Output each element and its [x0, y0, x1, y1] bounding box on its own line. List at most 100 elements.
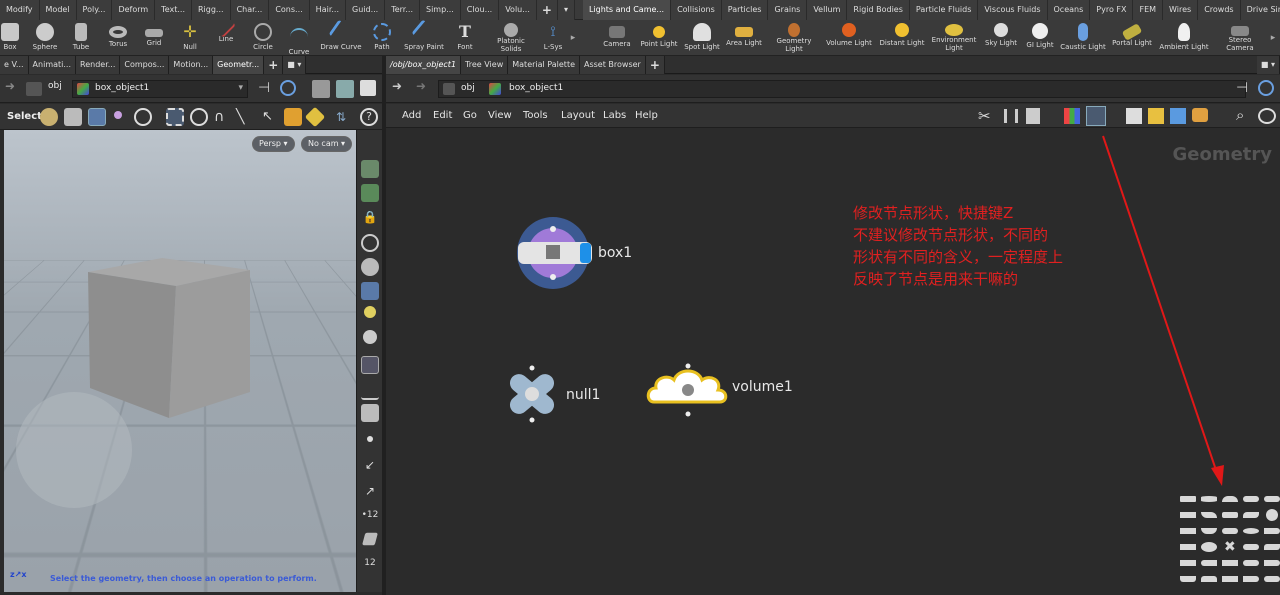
pane-tab[interactable]: e V... [0, 56, 29, 74]
shape-pill[interactable] [1243, 544, 1259, 550]
shape-cup[interactable] [1201, 528, 1217, 534]
shape-tray[interactable] [1180, 576, 1196, 582]
display-flag[interactable] [580, 243, 591, 263]
torus-tool[interactable]: Torus [101, 20, 135, 56]
shape-pill[interactable] [1243, 560, 1259, 566]
shelf-tab[interactable]: FEM [1133, 0, 1164, 20]
shelf-scroll-arrow-icon[interactable]: ▸ [1268, 20, 1278, 56]
shelf-tab[interactable]: Model [39, 0, 77, 20]
shelf-tab[interactable]: Collisions [671, 0, 722, 20]
back-arrow-icon[interactable]: ➜ [392, 79, 402, 93]
null1-node[interactable] [504, 364, 560, 424]
gi-light-tool[interactable]: GI Light [1023, 20, 1057, 56]
camera-tool[interactable]: Camera [600, 20, 634, 56]
brush-select-icon[interactable]: ∩ [214, 108, 232, 126]
input-connector[interactable] [550, 226, 556, 232]
environment-light-tool[interactable]: Environment Light [928, 20, 980, 56]
view-options-icon[interactable] [1258, 108, 1276, 124]
shape-rect[interactable] [1222, 560, 1238, 566]
select-geometry-icon[interactable] [88, 108, 106, 126]
shape-capsule[interactable] [1264, 496, 1280, 502]
shape-arrow[interactable] [1201, 560, 1217, 566]
breadcrumb-obj[interactable]: obj [48, 81, 62, 91]
vertex-numbers-icon[interactable]: 12 [361, 554, 379, 572]
display-grid-icon[interactable] [361, 160, 379, 178]
area-light-tool[interactable]: Area Light [724, 20, 764, 56]
tools-icon[interactable]: ✂ [978, 107, 991, 125]
ghost-icon[interactable] [361, 234, 379, 252]
box-select-icon[interactable] [166, 108, 184, 126]
pane-menu-icon[interactable]: ■ ▾ [1256, 56, 1280, 74]
spot-light-tool[interactable]: Spot Light [683, 20, 721, 56]
point-numbers-icon[interactable]: •12 [361, 506, 379, 524]
select-points-icon[interactable] [114, 111, 122, 119]
menu-view[interactable]: View [488, 110, 512, 121]
point-light-tool[interactable]: Point Light [638, 20, 680, 56]
select-objects-icon[interactable] [64, 108, 82, 126]
shelf-tab[interactable]: Grains [768, 0, 808, 20]
selection-options-icon[interactable]: ⇅ [336, 108, 354, 126]
menu-layout[interactable]: Layout [561, 110, 595, 121]
select-primitives-icon[interactable] [304, 106, 326, 128]
ambient-light-tool[interactable]: Ambient Light [1158, 20, 1210, 56]
volume-light-tool[interactable]: Volume Light [824, 20, 874, 56]
cube-view-icon[interactable] [312, 80, 330, 98]
path-field[interactable]: box_object1 ▾ [72, 80, 248, 98]
output-connector[interactable] [685, 411, 691, 417]
shelf-tab[interactable]: Char... [230, 0, 270, 20]
breadcrumb-box-object[interactable]: box_object1 [509, 83, 563, 93]
shape-rect[interactable] [1222, 512, 1238, 518]
shape-chevron[interactable] [1201, 542, 1217, 552]
shape-arrow[interactable] [1264, 560, 1280, 566]
shape-hood[interactable] [1201, 576, 1217, 582]
shelf-scroll-arrow-icon[interactable]: ▸ [568, 20, 578, 56]
display-points-icon[interactable] [361, 184, 379, 202]
shelf-tab[interactable]: Cons... [269, 0, 310, 20]
shape-circle[interactable] [1266, 509, 1278, 521]
null-tool[interactable]: ✛ Null [176, 20, 204, 56]
shading-mode-icon[interactable] [361, 258, 379, 276]
display-options-icon[interactable] [360, 80, 376, 96]
dropdown-chevron-icon[interactable]: ▾ [238, 83, 243, 93]
shelf-tab[interactable]: Particles [721, 0, 769, 20]
box-tool[interactable]: Box [0, 20, 20, 56]
background-icon[interactable] [361, 404, 379, 422]
point-display-icon[interactable] [367, 436, 373, 442]
normals-icon[interactable]: ↙ [361, 456, 379, 474]
shape-rect[interactable] [1180, 528, 1196, 534]
pin-icon[interactable]: ⊣ [1236, 80, 1248, 96]
high-quality-light-icon[interactable] [363, 330, 377, 344]
search-icon[interactable]: ⌕ [1236, 106, 1244, 124]
shading-icon[interactable] [336, 80, 354, 98]
shelf-tab[interactable]: Poly... [76, 0, 113, 20]
shelf-tab[interactable]: Deform [112, 0, 156, 20]
lasso-select-icon[interactable] [190, 108, 208, 126]
select-groups-icon[interactable] [284, 108, 302, 126]
shelf-tab[interactable]: Volu... [499, 0, 537, 20]
visualizer-icon[interactable] [361, 382, 379, 400]
pointer-icon[interactable]: ↖ [262, 108, 280, 126]
shelf-tab[interactable]: Clou... [460, 0, 500, 20]
tube-tool[interactable]: Tube [66, 20, 96, 56]
pane-tab-asset-browser[interactable]: Asset Browser [580, 56, 646, 74]
shelf-tab[interactable]: Hair... [309, 0, 346, 20]
shelf-tab[interactable]: Rigid Bodies [847, 0, 910, 20]
shelf-tab[interactable]: Vellum [807, 0, 848, 20]
shelf-tab[interactable]: Guid... [346, 0, 386, 20]
input-connector[interactable] [685, 363, 691, 369]
vertex-normals-icon[interactable]: ↗ [361, 482, 379, 500]
sky-light-tool[interactable]: Sky Light [983, 20, 1019, 56]
add-pane-tab-icon[interactable]: + [264, 56, 284, 74]
laser-select-icon[interactable]: ╲ [236, 108, 254, 126]
volume1-node[interactable] [646, 362, 730, 420]
shape-bone[interactable] [1201, 496, 1217, 502]
sphere-tool[interactable]: Sphere [27, 20, 63, 56]
background-image-icon[interactable] [1170, 108, 1186, 124]
shape-cross-icon[interactable]: ✖ [1224, 539, 1236, 555]
curve-tool[interactable]: Curve [284, 20, 314, 56]
pin-icon[interactable]: ⊣ [258, 80, 270, 96]
shadows-icon[interactable] [361, 356, 379, 374]
distant-light-tool[interactable]: Distant Light [877, 20, 927, 56]
shape-bevel[interactable] [1243, 496, 1259, 502]
shape-rect[interactable] [1180, 560, 1196, 566]
